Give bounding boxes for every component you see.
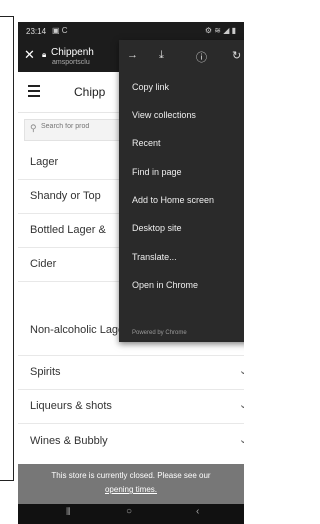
tab-title: Chippenh: [51, 47, 94, 58]
phone-screen: 23:14 ▣ C ⚙ ≋ ◢ ▮ ✕ 🔒︎ Chippenh amsports…: [18, 22, 244, 524]
recent-apps-icon[interactable]: ⦀: [66, 507, 70, 518]
category-label: Wines & Bubbly: [30, 435, 108, 447]
menu-item-recent[interactable]: Recent: [132, 138, 161, 148]
menu-item-add-to-home[interactable]: Add to Home screen: [132, 195, 214, 205]
menu-item-desktop-site[interactable]: Desktop site: [132, 223, 182, 233]
overflow-menu: → ⤓ ⓘ ↻ Copy link View collections Recen…: [119, 40, 244, 342]
divider: [0, 16, 14, 17]
menu-icon-row: → ⤓ ⓘ ↻: [119, 40, 244, 72]
system-status-icons: ⚙ ≋ ◢ ▮: [204, 26, 236, 35]
forward-icon[interactable]: →: [127, 49, 138, 61]
info-icon[interactable]: ⓘ: [196, 49, 207, 65]
chevron-down-icon: ⌄: [238, 434, 244, 446]
download-icon[interactable]: ⤓: [159, 49, 164, 62]
category-label: Lager: [30, 156, 59, 168]
menu-item-open-in-chrome[interactable]: Open in Chrome: [132, 280, 198, 290]
left-margin: [0, 0, 14, 524]
menu-item-copy-link[interactable]: Copy link: [132, 82, 169, 92]
hamburger-menu-icon[interactable]: [28, 85, 40, 100]
menu-item-find-in-page[interactable]: Find in page: [132, 167, 182, 177]
chevron-down-icon: ⌄: [238, 365, 244, 377]
status-bar: 23:14 ▣ C ⚙ ≋ ◢ ▮: [18, 22, 244, 40]
divider: [13, 16, 14, 481]
menu-footer: Powered by Chrome: [132, 330, 187, 336]
notification-icons: ▣ C: [52, 26, 68, 35]
status-time: 23:14: [26, 27, 47, 36]
category-label: Bottled Lager &: [30, 224, 106, 236]
site-name: Chipp: [74, 85, 106, 99]
category-label: Liqueurs & shots: [30, 400, 112, 412]
android-nav-bar: ⦀ ○ ‹: [18, 504, 244, 524]
opening-times-link[interactable]: opening times.: [18, 485, 244, 494]
back-icon[interactable]: ‹: [196, 506, 199, 517]
screenshot-frame: 23:14 ▣ C ⚙ ≋ ◢ ▮ ✕ 🔒︎ Chippenh amsports…: [0, 0, 244, 524]
menu-item-translate[interactable]: Translate...: [132, 252, 177, 262]
category-label: Spirits: [30, 366, 61, 378]
divider: [0, 480, 14, 481]
search-icon: ⚲: [30, 123, 37, 133]
banner-text: This store is currently closed. Please s…: [51, 471, 211, 480]
chevron-down-icon: ⌄: [238, 399, 244, 411]
home-icon[interactable]: ○: [126, 506, 132, 517]
category-row-wines[interactable]: Wines & Bubbly ⌄: [18, 432, 244, 466]
category-row-spirits[interactable]: Spirits ⌄: [18, 356, 244, 390]
tab-url: amsportsclu: [52, 59, 90, 66]
menu-item-view-collections[interactable]: View collections: [132, 110, 196, 120]
category-label: Shandy or Top: [30, 190, 101, 202]
refresh-icon[interactable]: ↻: [232, 49, 241, 62]
category-label: Cider: [30, 258, 57, 270]
store-closed-banner: This store is currently closed. Please s…: [18, 464, 244, 504]
lock-icon: 🔒︎: [42, 50, 47, 59]
category-row-liqueurs[interactable]: Liqueurs & shots ⌄: [18, 390, 244, 424]
close-icon[interactable]: ✕: [24, 47, 35, 63]
